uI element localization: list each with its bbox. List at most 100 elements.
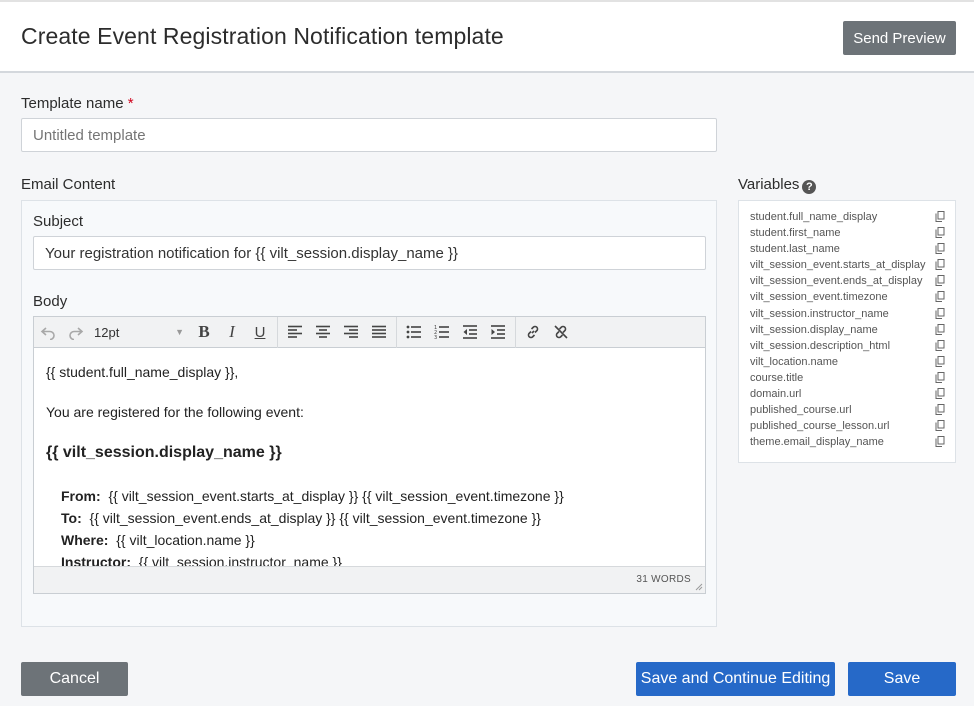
variable-item[interactable]: theme.email_display_name (739, 434, 955, 450)
body-heading: {{ vilt_session.display_name }} (46, 444, 282, 461)
bold-icon[interactable]: B (190, 317, 218, 348)
required-mark: * (127, 95, 134, 112)
variable-item[interactable]: vilt_session.instructor_name (739, 306, 955, 322)
variable-item[interactable]: student.full_name_display (739, 209, 955, 225)
body-row-where: Where: {{ vilt_location.name }} (61, 532, 255, 548)
copy-icon[interactable] (935, 355, 945, 367)
template-name-label-text: Template name (21, 95, 124, 112)
email-content-label: Email Content (21, 176, 116, 193)
numbered-list-icon[interactable]: 123 (428, 317, 456, 348)
align-justify-icon[interactable] (365, 317, 393, 348)
body-row-from: From: {{ vilt_session_event.starts_at_di… (61, 488, 564, 504)
variable-item[interactable]: domain.url (739, 386, 955, 402)
variable-name: theme.email_display_name (750, 436, 884, 449)
toolbar-divider (396, 316, 397, 348)
variable-item[interactable]: vilt_session_event.timezone (739, 289, 955, 305)
row-label: Instructor: (61, 554, 131, 566)
italic-icon[interactable]: I (218, 317, 246, 348)
variable-item[interactable]: student.first_name (739, 225, 955, 241)
variable-name: vilt_session_event.ends_at_display (750, 275, 923, 288)
font-size-value: 12pt (94, 324, 120, 340)
copy-icon[interactable] (935, 420, 945, 432)
editor-content[interactable]: {{ student.full_name_display }}, You are… (34, 348, 705, 566)
rich-text-editor: 12pt ▼ B I U 1 2 3 {{student.full_name_… (33, 316, 706, 594)
variables-heading: Variables? (738, 176, 817, 194)
variable-item[interactable]: vilt_session_event.ends_at_display (739, 273, 955, 289)
variable-name: vilt_session_event.timezone (750, 291, 888, 304)
underline-icon[interactable]: U (246, 317, 274, 348)
save-and-continue-button[interactable]: Save and Continue Editing (636, 662, 835, 696)
row-label: To: (61, 510, 82, 526)
variable-item[interactable]: vilt_location.name (739, 354, 955, 370)
redo-icon[interactable] (62, 317, 90, 348)
variable-item[interactable]: student.last_name (739, 241, 955, 257)
template-name-input[interactable] (21, 118, 717, 152)
variable-name: student.last_name (750, 243, 840, 256)
variable-name: course.title (750, 371, 804, 384)
toolbar-divider (277, 316, 278, 348)
copy-icon[interactable] (935, 436, 945, 448)
svg-text:3: 3 (434, 335, 437, 340)
unlink-icon[interactable] (547, 317, 575, 348)
variables-title: Variables (738, 176, 800, 193)
copy-icon[interactable] (935, 388, 945, 400)
variable-item[interactable]: vilt_session.display_name (739, 322, 955, 338)
copy-icon[interactable] (935, 404, 945, 416)
bullet-list-icon[interactable] (400, 317, 428, 348)
variable-name: published_course.url (750, 404, 852, 417)
resize-handle-icon[interactable] (695, 583, 703, 591)
row-label: From: (61, 488, 101, 504)
variables-panel: student.full_name_display student.first_n… (738, 200, 956, 463)
copy-icon[interactable] (935, 307, 945, 319)
copy-icon[interactable] (935, 291, 945, 303)
page-title: Create Event Registration Notification t… (21, 23, 504, 49)
variable-item[interactable]: vilt_session_event.starts_at_display (739, 257, 955, 273)
body-intro: You are registered for the following eve… (46, 404, 304, 420)
align-center-icon[interactable] (309, 317, 337, 348)
undo-icon[interactable] (34, 317, 62, 348)
variable-item[interactable]: published_course_lesson.url (739, 418, 955, 434)
font-size-select[interactable]: 12pt ▼ (90, 317, 190, 348)
cancel-button[interactable]: Cancel (21, 662, 128, 696)
variable-name: vilt_session.instructor_name (750, 307, 889, 320)
toolbar-divider (515, 316, 516, 348)
align-left-icon[interactable] (281, 317, 309, 348)
row-value: {{ vilt_location.name }} (116, 532, 255, 548)
indent-icon[interactable] (484, 317, 512, 348)
variable-name: published_course_lesson.url (750, 420, 890, 433)
copy-icon[interactable] (935, 243, 945, 255)
word-count: 31 WORDS (636, 574, 691, 585)
outdent-icon[interactable] (456, 317, 484, 348)
body-row-instructor: Instructor: {{ vilt_session.instructor_n… (61, 554, 342, 566)
save-button[interactable]: Save (848, 662, 956, 696)
subject-label: Subject (33, 213, 84, 230)
row-value: {{ vilt_session_event.ends_at_display }}… (89, 510, 541, 526)
variable-item[interactable]: published_course.url (739, 402, 955, 418)
row-value: {{ vilt_session.instructor_name }} (138, 554, 342, 566)
variable-name: vilt_session.description_html (750, 339, 891, 352)
variable-item[interactable]: course.title (739, 370, 955, 386)
copy-icon[interactable] (935, 339, 945, 351)
body-greeting: {{ student.full_name_display }}, (46, 364, 239, 380)
main-content: Template name * Email Content Variables?… (0, 73, 974, 706)
subject-input[interactable]: Your registration notification for {{ vi… (33, 236, 706, 270)
chevron-down-icon: ▼ (175, 327, 184, 337)
copy-icon[interactable] (935, 259, 945, 271)
copy-icon[interactable] (935, 323, 945, 335)
send-preview-button[interactable]: Send Preview (843, 21, 956, 55)
copy-icon[interactable] (935, 211, 945, 222)
copy-icon[interactable] (935, 275, 945, 287)
link-icon[interactable] (519, 317, 547, 348)
editor-statusbar: 31 WORDS (34, 566, 705, 593)
variable-name: student.first_name (750, 227, 841, 240)
variable-item[interactable]: vilt_session.description_html (739, 338, 955, 354)
variable-name: vilt_session_event.starts_at_display (750, 259, 926, 272)
variable-name: domain.url (750, 388, 802, 401)
variable-name: vilt_session.display_name (750, 323, 878, 336)
variable-name: student.full_name_display (750, 211, 878, 223)
copy-icon[interactable] (935, 371, 945, 383)
copy-icon[interactable] (935, 227, 945, 239)
body-row-to: To: {{ vilt_session_event.ends_at_displa… (61, 510, 541, 526)
help-icon[interactable]: ? (802, 180, 817, 194)
align-right-icon[interactable] (337, 317, 365, 348)
